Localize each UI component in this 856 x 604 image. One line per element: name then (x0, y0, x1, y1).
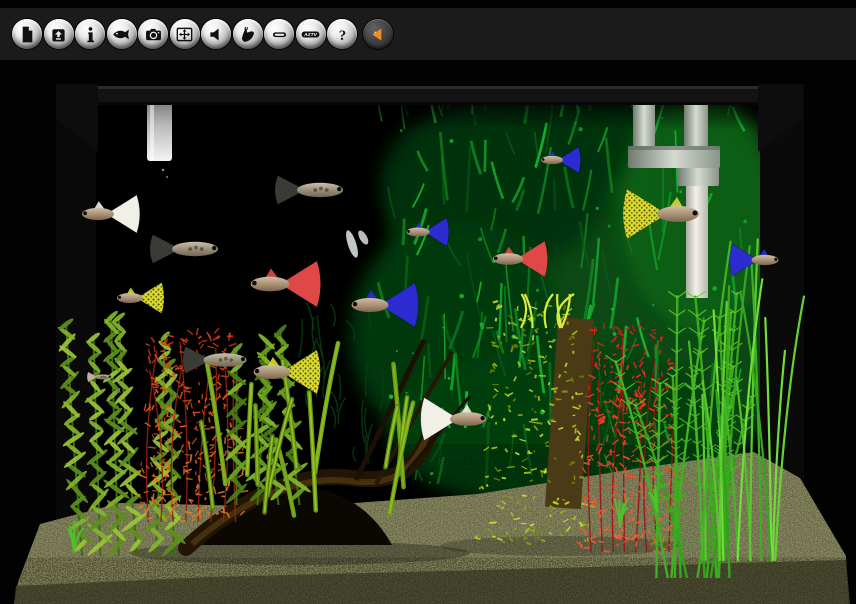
fish-tank[interactable] (14, 48, 850, 604)
hand-icon (237, 24, 258, 45)
speaker-icon (206, 24, 227, 45)
capsule-icon (269, 24, 290, 45)
app-window: AZTV? (0, 0, 856, 604)
info-icon (80, 24, 101, 45)
hide-toolbar-button[interactable] (363, 19, 393, 49)
camera-icon (143, 24, 164, 45)
fullscreen-button[interactable] (170, 19, 200, 49)
fish-button[interactable] (107, 19, 137, 49)
document-icon (17, 24, 38, 45)
question-icon: ? (332, 24, 353, 45)
fish-icon (111, 24, 132, 45)
help-button[interactable]: ? (327, 19, 357, 49)
orange-left-triangle-icon (367, 24, 388, 45)
tank-top-rim-highlight (95, 86, 765, 89)
info-button[interactable] (75, 19, 105, 49)
aquarium-scene[interactable] (0, 0, 856, 604)
file-button[interactable] (12, 19, 42, 49)
question-label: ? (338, 27, 345, 43)
pill-button[interactable] (264, 19, 294, 49)
expand-arrows-icon (174, 24, 195, 45)
tank-top-rim-bottom (95, 102, 765, 105)
feeder-button[interactable] (44, 19, 74, 49)
rim-shadow (95, 104, 762, 130)
touch-button[interactable] (233, 19, 263, 49)
aztv-logo: AZTV (300, 24, 321, 45)
arrow-up-box-icon (48, 24, 69, 45)
aztv-label: AZTV (303, 32, 318, 38)
snapshot-button[interactable] (138, 19, 168, 49)
toolbar: AZTV? (0, 8, 856, 60)
sound-button[interactable] (201, 19, 231, 49)
aztv-button[interactable]: AZTV (296, 19, 326, 49)
